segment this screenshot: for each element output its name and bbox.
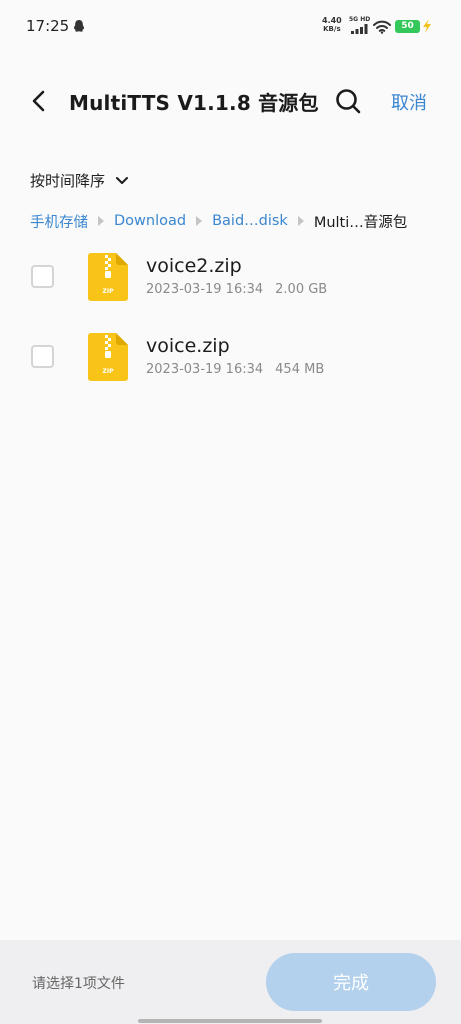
file-date: 2023-03-19 16:34 — [146, 282, 264, 297]
zip-file-icon: ZIP — [88, 333, 128, 381]
signal-icon: 5G HD — [349, 16, 371, 34]
chevron-down-icon — [116, 176, 129, 184]
search-icon[interactable] — [334, 87, 362, 115]
breadcrumb-item-baidunetdisk[interactable]: Baid…disk — [212, 213, 288, 229]
breadcrumb-item-phone-storage[interactable]: 手机存储 — [30, 211, 88, 232]
cancel-button[interactable]: 取消 — [391, 89, 427, 115]
bottom-action-bar: 请选择1项文件 完成 — [0, 940, 461, 1024]
file-checkbox[interactable] — [31, 345, 54, 368]
signal-bars-icon — [351, 24, 368, 34]
battery-icon: 50 — [395, 20, 420, 33]
status-time: 17:25 — [26, 17, 70, 35]
breadcrumb-arrow-icon — [98, 216, 104, 226]
sort-label: 按时间降序 — [30, 172, 106, 190]
file-checkbox[interactable] — [31, 265, 54, 288]
breadcrumb-item-current: Multi…音源包 — [313, 214, 408, 231]
file-date: 2023-03-19 16:34 — [146, 362, 264, 377]
svg-text:ZIP: ZIP — [103, 288, 115, 295]
file-size: 454 MB — [275, 362, 325, 377]
back-icon[interactable] — [26, 88, 52, 114]
zip-file-icon: ZIP — [88, 253, 128, 301]
network-speed: 4.40 KB/s — [322, 16, 342, 33]
file-list: ZIP voice2.zip 2023-03-19 16:34 2.00 GB Z… — [0, 244, 461, 404]
wifi-icon — [373, 20, 391, 34]
file-size: 2.00 GB — [275, 282, 328, 297]
breadcrumb-arrow-icon — [297, 216, 304, 226]
done-button[interactable]: 完成 — [266, 953, 436, 1011]
sort-selector[interactable]: 按时间降序 — [30, 170, 129, 191]
status-bar: 17:25 4.40 KB/s 5G HD 50 — [0, 0, 461, 56]
file-row[interactable]: ZIP voice.zip 2023-03-19 16:34 454 MB — [0, 324, 461, 404]
file-picker-screen: 17:25 4.40 KB/s 5G HD 50 MultiTTS V1.1.8… — [0, 0, 461, 1024]
header: MultiTTS V1.1.8 音源包 取消 — [0, 76, 461, 126]
file-meta: 2023-03-19 16:34 454 MB — [146, 362, 324, 377]
charge-icon — [423, 19, 431, 33]
selection-hint: 请选择1项文件 — [32, 976, 125, 992]
svg-text:ZIP: ZIP — [103, 368, 115, 375]
file-name: voice2.zip — [146, 255, 242, 277]
qq-icon — [73, 20, 85, 32]
file-meta: 2023-03-19 16:34 2.00 GB — [146, 282, 327, 297]
breadcrumb-arrow-icon — [196, 216, 203, 226]
home-indicator[interactable] — [138, 1019, 322, 1023]
breadcrumb: 手机存储 Download Baid…disk Multi…音源包 — [30, 210, 407, 232]
file-name: voice.zip — [146, 335, 230, 357]
breadcrumb-item-download[interactable]: Download — [114, 213, 186, 229]
file-row[interactable]: ZIP voice2.zip 2023-03-19 16:34 2.00 GB — [0, 244, 461, 324]
page-title: MultiTTS V1.1.8 音源包 — [69, 91, 319, 115]
